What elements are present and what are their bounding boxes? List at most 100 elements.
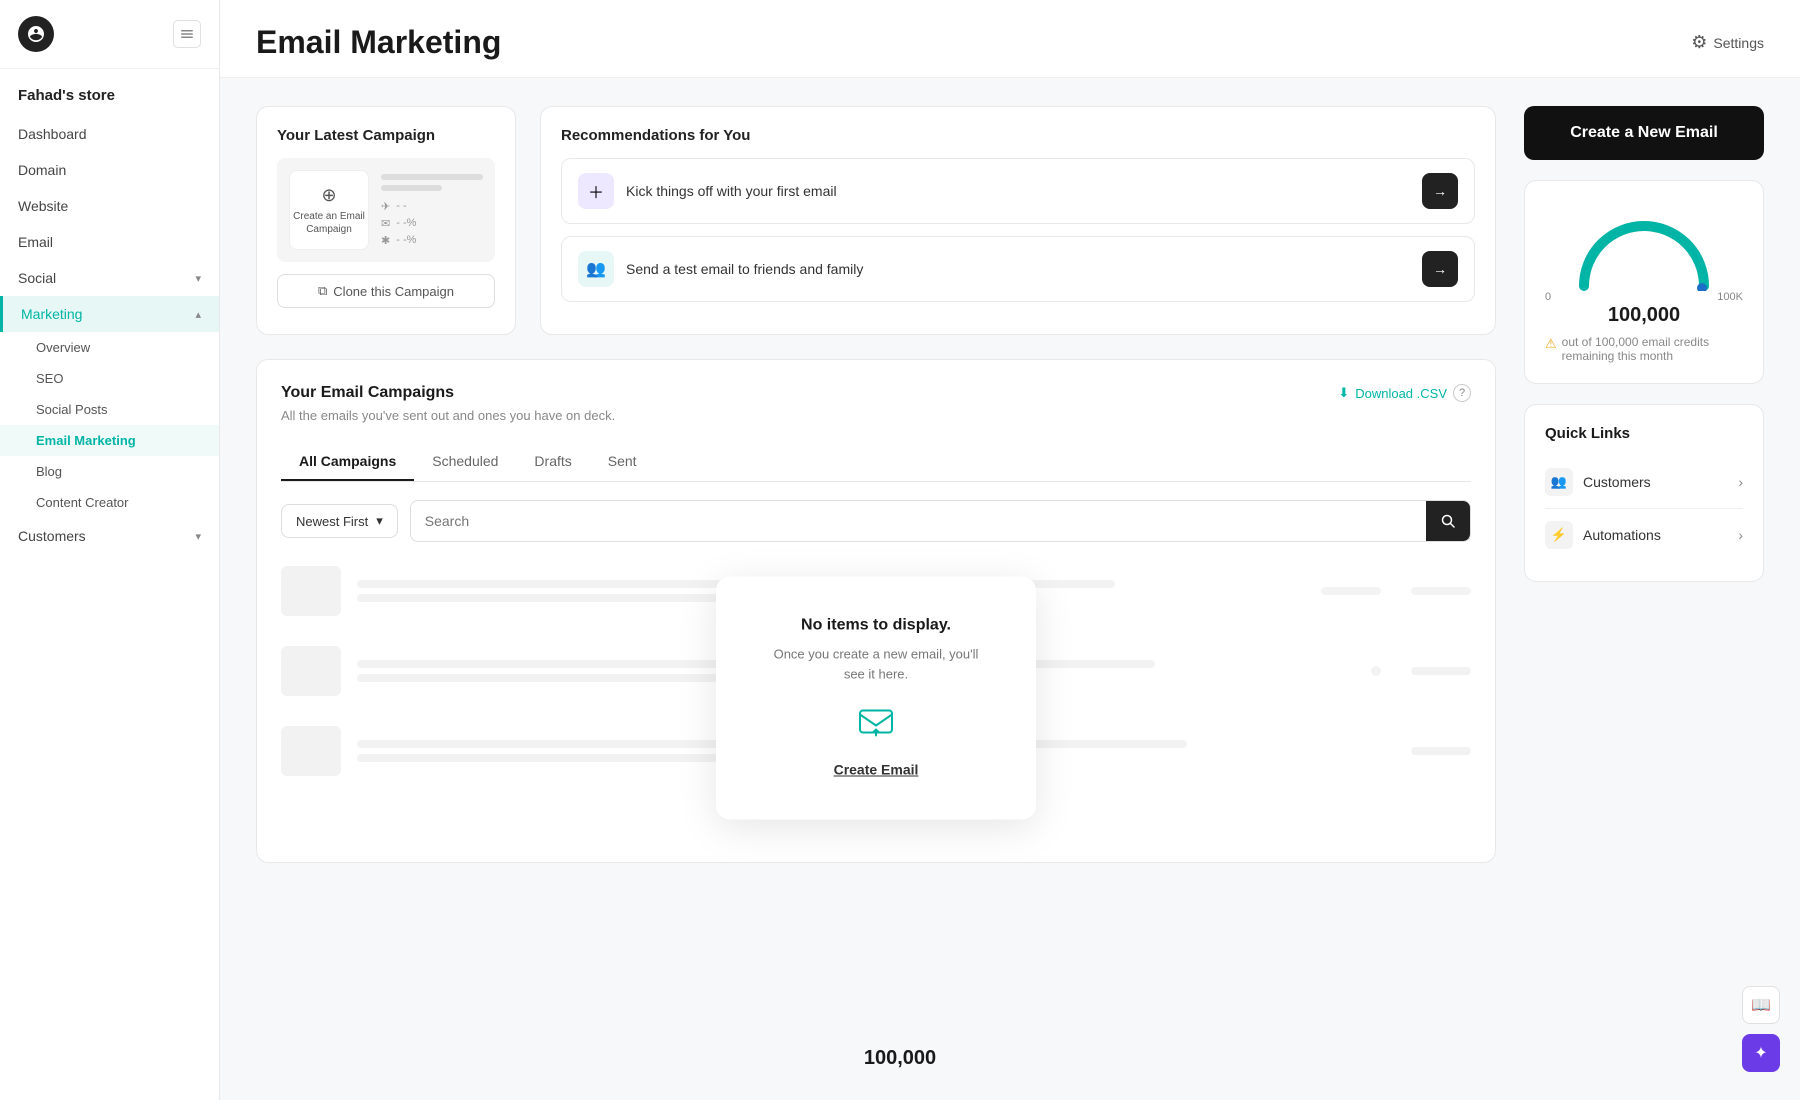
empty-title: No items to display.: [766, 617, 986, 635]
download-csv-button[interactable]: ⬇ Download .CSV ?: [1338, 384, 1471, 402]
quick-link-customers[interactable]: 👥 Customers ›: [1545, 456, 1743, 509]
search-icon: [1440, 513, 1456, 529]
recommendation-item-1[interactable]: ＋ Kick things off with your first email …: [561, 158, 1475, 224]
campaign-preview-line-1: [381, 174, 483, 180]
warning-icon: ⚠: [1545, 336, 1557, 352]
plus-circle-icon: ⊕: [321, 185, 336, 206]
sidebar-item-website[interactable]: Website: [0, 188, 219, 224]
tab-all-campaigns[interactable]: All Campaigns: [281, 443, 414, 481]
sidebar-item-blog[interactable]: Blog: [0, 456, 219, 487]
main-content: Email Marketing ⚙ Settings Your Latest C…: [220, 0, 1800, 1100]
customers-icon: 👥: [1545, 468, 1573, 496]
send-icon: ✈: [381, 200, 390, 213]
skeleton-thumb-1: [281, 566, 341, 616]
right-panel: Create a New Email 0 100,000: [1524, 106, 1764, 1100]
gauge-max: 100K: [1717, 291, 1743, 303]
sidebar-item-dashboard[interactable]: Dashboard: [0, 116, 219, 152]
empty-description: Once you create a new email, you'll see …: [766, 645, 986, 684]
clone-campaign-button[interactable]: ⧉ Clone this Campaign: [277, 274, 495, 308]
rec-arrow-btn-2[interactable]: →: [1422, 251, 1458, 287]
sidebar-item-customers[interactable]: Customers ▾: [0, 518, 219, 554]
main-left-panel: Your Latest Campaign ⊕ Create an Email C…: [256, 106, 1496, 1100]
customers-link-label: Customers: [1583, 474, 1651, 490]
rec-icon-1: ＋: [578, 173, 614, 209]
campaigns-subtitle: All the emails you've sent out and ones …: [281, 408, 1471, 423]
sidebar-collapse-btn[interactable]: [173, 20, 201, 48]
search-button[interactable]: [1426, 501, 1470, 541]
quick-links-title: Quick Links: [1545, 425, 1743, 442]
sidebar: Fahad's store Dashboard Domain Website E…: [0, 0, 220, 1100]
credits-warning-text: out of 100,000 email credits remaining t…: [1562, 335, 1743, 363]
ai-icon[interactable]: ✦: [1742, 1034, 1780, 1072]
search-box: [410, 500, 1471, 542]
rec-text-2: Send a test email to friends and family: [626, 261, 863, 277]
page-header: Email Marketing ⚙ Settings: [220, 0, 1800, 78]
download-icon: ⬇: [1338, 385, 1349, 401]
create-email-link[interactable]: Create Email: [834, 762, 919, 778]
stat-val-3: - -%: [396, 234, 416, 246]
latest-campaign-card: Your Latest Campaign ⊕ Create an Email C…: [256, 106, 516, 335]
gear-icon: ⚙: [1691, 32, 1707, 53]
skeleton-val-3: [1411, 747, 1471, 755]
gauge-center-value: 100,000: [1608, 304, 1680, 327]
sort-select[interactable]: Newest First ▾: [281, 504, 398, 538]
skeleton-line-2b: [357, 674, 756, 682]
campaigns-header: Your Email Campaigns ⬇ Download .CSV ?: [281, 384, 1471, 402]
campaign-preview: ⊕ Create an Email Campaign ✈ - -: [277, 158, 495, 262]
gauge-svg: [1569, 201, 1719, 291]
create-new-email-button[interactable]: Create a New Email: [1524, 106, 1764, 160]
sidebar-item-marketing[interactable]: Marketing ▴: [0, 296, 219, 332]
sidebar-header: [0, 0, 219, 69]
marketing-submenu: Overview SEO Social Posts Email Marketin…: [0, 332, 219, 518]
skeleton-val-2: [1411, 667, 1471, 675]
settings-label: Settings: [1713, 35, 1764, 51]
campaign-stat-1: ✈ - -: [381, 200, 483, 213]
tab-scheduled[interactable]: Scheduled: [414, 443, 516, 481]
campaign-icon-box: ⊕ Create an Email Campaign: [289, 170, 369, 250]
tab-drafts[interactable]: Drafts: [516, 443, 589, 481]
sidebar-item-social-posts[interactable]: Social Posts: [0, 394, 219, 425]
rec-icon-2: 👥: [578, 251, 614, 287]
search-input[interactable]: [411, 504, 1426, 538]
sidebar-item-seo[interactable]: SEO: [0, 363, 219, 394]
chevron-right-icon-customers: ›: [1738, 474, 1743, 490]
credits-card: 0 100,000 100K 100,000 ⚠ out of 100,000 …: [1524, 180, 1764, 384]
book-icon[interactable]: 📖: [1742, 986, 1780, 1024]
recommendations-title: Recommendations for You: [561, 127, 1475, 144]
campaign-stat-2: ✉ - -%: [381, 217, 483, 230]
download-csv-label: Download .CSV: [1355, 386, 1447, 401]
skeleton-thumb-2: [281, 646, 341, 696]
chevron-down-icon: ▾: [195, 272, 201, 285]
tab-sent[interactable]: Sent: [590, 443, 655, 481]
quick-link-automations[interactable]: ⚡ Automations ›: [1545, 509, 1743, 561]
chevron-down-icon-customers: ▾: [195, 530, 201, 543]
sidebar-item-email-marketing[interactable]: Email Marketing: [0, 425, 219, 456]
rec-arrow-btn-1[interactable]: →: [1422, 173, 1458, 209]
skeleton-thumb-3: [281, 726, 341, 776]
recommendation-item-2[interactable]: 👥 Send a test email to friends and famil…: [561, 236, 1475, 302]
sidebar-item-email[interactable]: Email: [0, 224, 219, 260]
quick-links-card: Quick Links 👥 Customers › ⚡ Automations …: [1524, 404, 1764, 582]
floating-icons: 📖 ✦: [1742, 986, 1780, 1072]
store-name: Fahad's store: [0, 69, 219, 112]
rec-item-left-2: 👥 Send a test email to friends and famil…: [578, 251, 863, 287]
chevron-up-icon: ▴: [195, 308, 201, 321]
gauge-value-container: 100,000: [1545, 303, 1743, 327]
campaigns-section: Your Email Campaigns ⬇ Download .CSV ? A…: [256, 359, 1496, 863]
campaign-line-preview: ✈ - - ✉ - -% ✱ - -%: [381, 174, 483, 247]
gauge-container: [1569, 201, 1719, 281]
sidebar-item-content-creator[interactable]: Content Creator: [0, 487, 219, 518]
automations-link-label: Automations: [1583, 527, 1661, 543]
settings-button[interactable]: ⚙ Settings: [1691, 32, 1764, 53]
campaign-stats: ✈ - - ✉ - -% ✱ - -%: [381, 200, 483, 247]
sidebar-item-social[interactable]: Social ▾: [0, 260, 219, 296]
gauge-labels: 0 100,000 100K: [1545, 291, 1743, 303]
gauge-min: 0: [1545, 291, 1551, 303]
filter-row: Newest First ▾: [281, 500, 1471, 542]
latest-campaign-title: Your Latest Campaign: [277, 127, 495, 144]
help-icon: ?: [1453, 384, 1471, 402]
sidebar-item-domain[interactable]: Domain: [0, 152, 219, 188]
campaigns-list-area: No items to display. Once you create a n…: [281, 558, 1471, 838]
chevron-down-sort-icon: ▾: [376, 513, 383, 529]
sidebar-item-overview[interactable]: Overview: [0, 332, 219, 363]
